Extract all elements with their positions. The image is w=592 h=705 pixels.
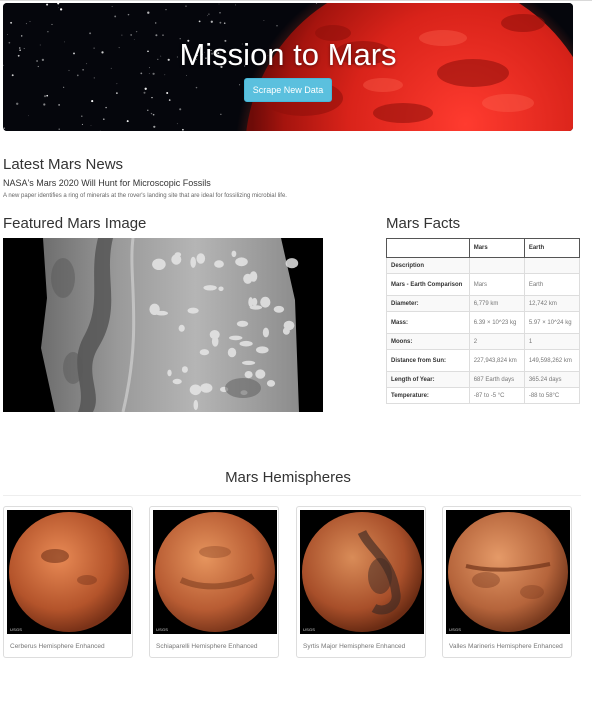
fact-label-cell: Mass: (386, 311, 470, 334)
hemisphere-thumbnail[interactable]: USGS Cerberus Hemisphere Enhanced (3, 506, 133, 658)
earth-value-cell: 5.97 × 10^24 kg (523, 311, 581, 334)
mars-value-cell (468, 257, 525, 274)
table-row: Length of Year: 687 Earth days 365.24 days (386, 371, 581, 388)
fact-label-cell: Temperature: (386, 387, 470, 404)
news-paragraph: A new paper identifies a ring of mineral… (3, 193, 287, 199)
earth-value-cell (523, 257, 581, 274)
mars-globe-graphic (300, 510, 424, 634)
earth-value-cell: 365.24 days (523, 371, 581, 388)
table-row: Mars - Earth Comparison Mars Earth (386, 273, 581, 296)
table-row: Description (386, 257, 581, 274)
table-header-row: Mars Earth (386, 238, 581, 258)
hemisphere-caption[interactable]: Cerberus Hemisphere Enhanced (4, 634, 132, 657)
hemisphere-caption[interactable]: Valles Marineris Hemisphere Enhanced (443, 634, 571, 657)
mars-value-cell: Mars (468, 273, 525, 296)
table-header-cell (386, 238, 470, 258)
mars-value-cell: 227,943,824 km (468, 349, 525, 372)
fact-label-cell: Mars - Earth Comparison (386, 273, 470, 296)
fact-label-cell: Description (386, 257, 470, 274)
earth-value-cell: 149,598,262 km (523, 349, 581, 372)
earth-value-cell: 12,742 km (523, 295, 581, 312)
usgs-badge: USGS (449, 627, 462, 632)
mars-value-cell: 6.39 × 10^23 kg (468, 311, 525, 334)
table-header-cell: Earth (523, 238, 581, 258)
hemisphere-image[interactable]: USGS (7, 510, 131, 634)
table-row: Moons: 2 1 (386, 333, 581, 350)
facts-heading: Mars Facts (386, 215, 461, 232)
fact-label-cell: Moons: (386, 333, 470, 350)
usgs-badge: USGS (156, 627, 169, 632)
table-row: Temperature: -87 to -5 °C -88 to 58°C (386, 387, 581, 404)
jumbotron: Mission to Mars Scrape New Data (3, 3, 573, 131)
table-row: Mass: 6.39 × 10^23 kg 5.97 × 10^24 kg (386, 311, 581, 334)
table-row: Diameter: 6,779 km 12,742 km (386, 295, 581, 312)
mars-globe-graphic (7, 510, 131, 634)
hemisphere-image[interactable]: USGS (446, 510, 570, 634)
table-row: Distance from Sun: 227,943,824 km 149,598,… (386, 349, 581, 372)
hemisphere-caption[interactable]: Schiaparelli Hemisphere Enhanced (150, 634, 278, 657)
mars-value-cell: 6,779 km (468, 295, 525, 312)
mars-globe-graphic (446, 510, 570, 634)
hemisphere-caption[interactable]: Syrtis Major Hemisphere Enhanced (297, 634, 425, 657)
featured-image-graphic (3, 238, 323, 412)
hemisphere-image[interactable]: USGS (153, 510, 277, 634)
hemisphere-image[interactable]: USGS (300, 510, 424, 634)
hemispheres-heading: Mars Hemispheres (225, 469, 351, 486)
hemisphere-thumbnail[interactable]: USGS Valles Marineris Hemisphere Enhanced (442, 506, 572, 658)
top-border (0, 0, 592, 1)
earth-value-cell: 1 (523, 333, 581, 350)
featured-image-heading: Featured Mars Image (3, 215, 147, 232)
fact-label-cell: Diameter: (386, 295, 470, 312)
mars-value-cell: -87 to -5 °C (468, 387, 525, 404)
earth-value-cell: -88 to 58°C (523, 387, 581, 404)
fact-label-cell: Length of Year: (386, 371, 470, 388)
featured-mars-image[interactable] (3, 238, 323, 412)
hemispheres-divider (3, 495, 581, 496)
hemisphere-thumbnail[interactable]: USGS Syrtis Major Hemisphere Enhanced (296, 506, 426, 658)
fact-label-cell: Distance from Sun: (386, 349, 470, 372)
page-title: Mission to Mars (179, 37, 397, 72)
news-title: NASA's Mars 2020 Will Hunt for Microscop… (3, 178, 211, 188)
hemisphere-thumbnail[interactable]: USGS Schiaparelli Hemisphere Enhanced (149, 506, 279, 658)
mars-globe-graphic (153, 510, 277, 634)
usgs-badge: USGS (303, 627, 316, 632)
scrape-new-data-button[interactable]: Scrape New Data (244, 78, 332, 102)
earth-value-cell: Earth (523, 273, 581, 296)
mars-value-cell: 687 Earth days (468, 371, 525, 388)
table-header-cell: Mars (468, 238, 525, 258)
mars-facts-table: Mars Earth Description Mars - Earth Compa… (386, 238, 581, 404)
usgs-badge: USGS (10, 627, 23, 632)
news-heading: Latest Mars News (3, 156, 124, 173)
mars-value-cell: 2 (468, 333, 525, 350)
